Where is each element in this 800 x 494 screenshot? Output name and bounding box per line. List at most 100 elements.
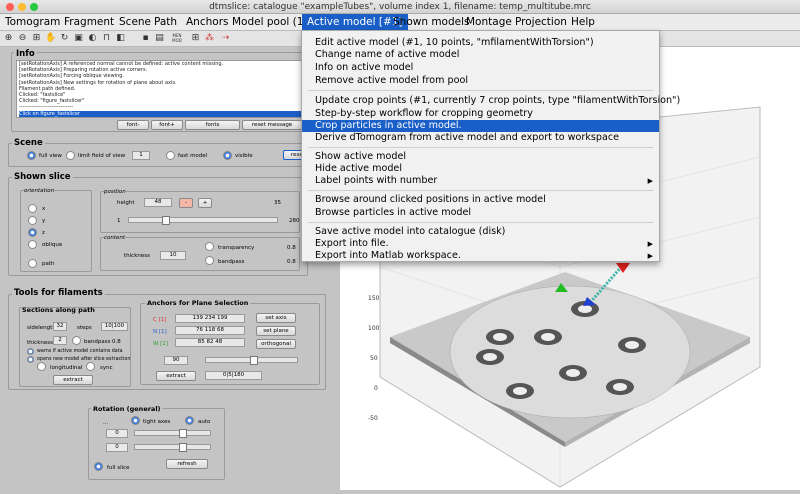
orient-oblique-radio[interactable] xyxy=(28,240,37,249)
height-slider[interactable] xyxy=(128,216,278,225)
log-line-selected[interactable]: Click on figure_fastslicer xyxy=(19,110,303,117)
angle-slider-thumb[interactable] xyxy=(250,356,258,365)
menu-scene[interactable]: Scene xyxy=(119,16,151,28)
fast-model-radio[interactable] xyxy=(166,151,175,160)
orient-x-radio[interactable] xyxy=(28,204,37,213)
data-cursor-icon[interactable]: ▣ xyxy=(73,33,84,44)
minimize-window-button[interactable] xyxy=(18,3,26,11)
set-plane-button[interactable]: set plane xyxy=(256,326,296,336)
angle-field[interactable]: 90 xyxy=(164,356,188,365)
menu-path[interactable]: Path xyxy=(154,16,177,28)
close-window-button[interactable] xyxy=(6,3,14,11)
rotation-slider-1-thumb[interactable] xyxy=(179,429,187,438)
limit-fov-radio[interactable] xyxy=(66,151,75,160)
tight-axes-radio[interactable] xyxy=(131,416,140,425)
rotation-slider-1[interactable] xyxy=(134,429,211,438)
zoom-box-icon[interactable]: ⊞ xyxy=(31,33,42,44)
visible-radio[interactable] xyxy=(223,151,232,160)
bandpass-value[interactable]: 0.8 xyxy=(287,259,296,265)
steps-field[interactable]: 10|100 xyxy=(101,322,128,331)
pan-hand-icon[interactable]: ✋ xyxy=(45,33,56,44)
height-slider-thumb[interactable] xyxy=(162,216,170,225)
sidelength-field[interactable]: 32 xyxy=(53,322,67,331)
decrement-button[interactable]: - xyxy=(179,198,193,208)
menuitem-export-into-file[interactable]: Export into file. ▶ xyxy=(302,238,659,250)
reset-message-button[interactable]: reset message xyxy=(242,120,302,130)
menuitem-show-active-model[interactable]: Show active model xyxy=(302,151,659,163)
menu-montage[interactable]: Montage xyxy=(466,16,512,28)
menu-shown-models[interactable]: Shown models xyxy=(393,16,470,28)
message-log[interactable]: [setRotationAxis] A referenced normal ca… xyxy=(16,60,304,118)
longitudinal-radio[interactable] xyxy=(37,362,46,371)
orient-y-radio[interactable] xyxy=(28,216,37,225)
pulse-icon[interactable]: ⊓ xyxy=(101,33,112,44)
arrow-icon[interactable]: ⇢ xyxy=(220,33,231,44)
rotate-3d-icon[interactable]: ↻ xyxy=(59,33,70,44)
extract-anchors-button[interactable]: extract xyxy=(156,371,196,381)
full-view-radio[interactable] xyxy=(27,151,36,160)
orient-z-radio[interactable] xyxy=(28,228,37,237)
menu-fragment[interactable]: Fragment xyxy=(64,16,114,28)
menuitem-export-matlab[interactable]: Export into Matlab workspace. ▶ xyxy=(302,250,659,262)
orient-path-radio[interactable] xyxy=(28,259,37,268)
network-icon[interactable]: ⁂ xyxy=(204,33,215,44)
menu-help[interactable]: Help xyxy=(571,16,595,28)
zoom-out-icon[interactable]: ⊖ xyxy=(17,33,28,44)
menuitem-label-points[interactable]: Label points with number ▶ xyxy=(302,175,659,187)
font-increase-button[interactable]: font+ xyxy=(151,120,183,130)
warns-checkbox[interactable] xyxy=(27,348,34,355)
transparency-value[interactable]: 0.8 xyxy=(287,245,296,251)
fov-value-field[interactable]: 1 xyxy=(132,151,150,160)
grid-icon[interactable]: ⊞ xyxy=(190,33,201,44)
menuitem-browse-particles[interactable]: Browse particles in active model xyxy=(302,207,659,219)
tools-thickness-field[interactable]: 2 xyxy=(53,336,67,345)
tools-bandpass-value[interactable]: 0.8 xyxy=(112,339,121,345)
extract-range-field[interactable]: 0|5|180 xyxy=(205,371,262,380)
menuitem-info-active-model[interactable]: Info on active model xyxy=(302,62,659,74)
menuitem-step-by-step-workflow[interactable]: Step-by-step workflow for cropping geome… xyxy=(302,108,659,120)
zoom-in-icon[interactable]: ⊕ xyxy=(3,33,14,44)
rotation-value-2[interactable]: 0 xyxy=(106,443,128,452)
anchor-n-field[interactable]: 76 118 68 xyxy=(175,326,245,335)
menuitem-hide-active-model[interactable]: Hide active model xyxy=(302,163,659,175)
menuitem-derive-dtomogram[interactable]: Derive dTomogram from active model and e… xyxy=(302,132,659,144)
height-field[interactable]: 48 xyxy=(144,198,172,207)
orthogonal-button[interactable]: orthogonal xyxy=(256,339,296,349)
toggle-icon[interactable]: ◧ xyxy=(115,33,126,44)
transparency-radio[interactable] xyxy=(205,242,214,251)
font-decrease-button[interactable]: font- xyxy=(117,120,149,130)
brush-icon[interactable]: ◐ xyxy=(87,33,98,44)
thickness-field[interactable]: 10 xyxy=(160,251,186,260)
menuitem-remove-active-model[interactable]: Remove active model from pool xyxy=(302,75,659,87)
fonts-button[interactable]: fonts xyxy=(185,120,240,130)
angle-slider[interactable] xyxy=(205,356,298,365)
bandpass-radio[interactable] xyxy=(205,256,214,265)
full-slice-radio[interactable] xyxy=(94,462,103,471)
anchor-c-field[interactable]: 139 234 199 xyxy=(175,314,245,323)
menu-anchors[interactable]: Anchors xyxy=(186,16,228,28)
menu-projection[interactable]: Projection xyxy=(515,16,567,28)
opens-new-checkbox[interactable] xyxy=(27,356,34,363)
save-icon[interactable]: ▪ xyxy=(140,33,151,44)
refresh-button[interactable]: refresh xyxy=(166,459,208,469)
auto-radio[interactable] xyxy=(185,416,194,425)
rotation-slider-2[interactable] xyxy=(134,443,211,452)
menu-tomogram[interactable]: Tomogram xyxy=(5,16,60,28)
set-axis-button[interactable]: set axis xyxy=(256,313,296,323)
menu-active-model[interactable]: Active model [#1] xyxy=(302,14,408,31)
menuitem-browse-around-clicked[interactable]: Browse around clicked positions in activ… xyxy=(302,194,659,206)
extract-sections-button[interactable]: extract xyxy=(53,375,93,385)
anchor-w-field[interactable]: 85 82 48 xyxy=(175,338,245,347)
tools-bandpass-radio[interactable] xyxy=(72,336,81,345)
menu-model-pool[interactable]: Model pool (1) xyxy=(232,16,308,28)
print-icon[interactable]: ▤ xyxy=(154,33,165,44)
increment-button[interactable]: + xyxy=(198,198,212,208)
sync-radio[interactable] xyxy=(86,362,95,371)
rotation-slider-2-thumb[interactable] xyxy=(179,443,187,452)
menuitem-save-into-catalogue[interactable]: Save active model into catalogue (disk) xyxy=(302,226,659,238)
menuitem-crop-particles[interactable]: Crop particles in active model. xyxy=(302,120,659,132)
menu-mod-icon[interactable]: MEN MOD xyxy=(170,33,184,44)
zoom-window-button[interactable] xyxy=(30,3,38,11)
rotation-value-1[interactable]: 0 xyxy=(106,429,128,438)
menuitem-change-name[interactable]: Change name of active model xyxy=(302,49,659,61)
